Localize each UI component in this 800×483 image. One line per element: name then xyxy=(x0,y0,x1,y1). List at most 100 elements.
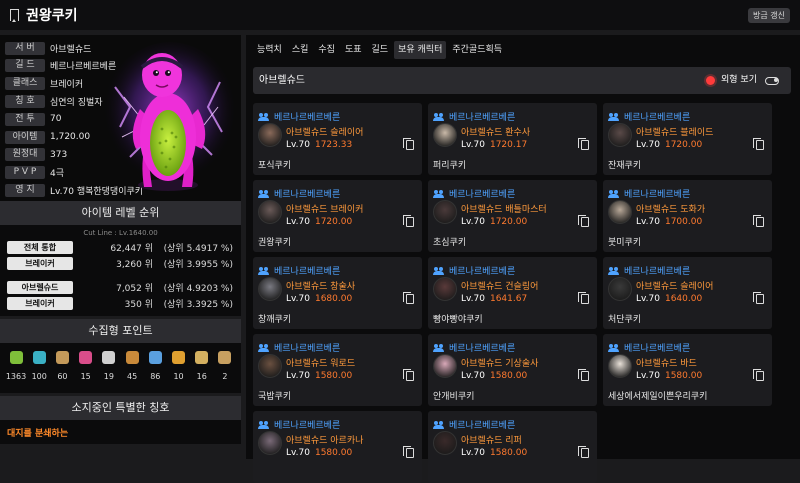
guild-members-icon xyxy=(608,112,619,121)
character-card[interactable]: 베르나르베르베른 아브렐슈드 바드 Lv.70 1580.00 세상에서제일이쁜우리쿠키 xyxy=(603,334,772,406)
character-portrait xyxy=(608,200,632,224)
collection-count: 19 xyxy=(103,372,114,381)
collection-item[interactable]: 100 xyxy=(29,347,49,393)
copy-icon[interactable] xyxy=(403,292,414,304)
tab-6[interactable]: 주간골드획득 xyxy=(448,41,506,59)
character-name[interactable]: 안개비쿠키 xyxy=(433,389,474,402)
character-card[interactable]: 베르나르베르베른 아브렐슈드 블레이드 Lv.70 1720.00 잔재쿠키 xyxy=(603,103,772,175)
tab-0[interactable]: 능력치 xyxy=(253,41,286,59)
card-guild: 베르나르베르베른 xyxy=(433,341,515,354)
toggle-icon[interactable] xyxy=(765,76,779,85)
copy-icon[interactable] xyxy=(578,215,589,227)
item-level: 1640.00 xyxy=(664,294,703,304)
character-portrait xyxy=(258,431,282,455)
profile-value: 1,720.00 xyxy=(50,132,91,142)
character-card[interactable]: 베르나르베르베른 아브렐슈드 도화가 Lv.70 1700.00 붓미쿠키 xyxy=(603,180,772,252)
character-card[interactable]: 베르나르베르베른 아브렐슈드 슬레이어 Lv.70 1640.00 처단쿠키 xyxy=(603,257,772,329)
item-level: 1580.00 xyxy=(314,371,353,381)
copy-icon[interactable] xyxy=(578,138,589,150)
profile-row: 원정대 373 xyxy=(5,148,67,162)
character-name[interactable]: 잔재쿠키 xyxy=(608,158,641,171)
character-card[interactable]: 베르나르베르베른 아브렐슈드 건슬링어 Lv.70 1641.67 빵야빵야쿠키 xyxy=(428,257,597,329)
character-level: Lv.70 xyxy=(461,448,485,458)
character-card[interactable]: 베르나르베르베른 아브렐슈드 슬레이어 Lv.70 1723.33 포식쿠키 xyxy=(253,103,422,175)
rank-tag: 전체 통합 xyxy=(7,240,73,254)
collection-item[interactable]: 16 xyxy=(192,347,212,393)
collection-item[interactable]: 86 xyxy=(145,347,165,393)
guild-members-icon xyxy=(258,112,269,121)
collection-item[interactable]: 45 xyxy=(122,347,142,393)
copy-icon[interactable] xyxy=(753,292,764,304)
profile-label: 서 버 xyxy=(5,41,45,55)
tab-1[interactable]: 스킬 xyxy=(288,41,313,59)
character-card[interactable]: 베르나르베르베른 아브렐슈드 워로드 Lv.70 1580.00 국밥쿠키 xyxy=(253,334,422,406)
character-card[interactable]: 베르나르베르베른 아브렐슈드 창술사 Lv.70 1680.00 창깨쿠키 xyxy=(253,257,422,329)
appearance-toggle[interactable]: 외형 보기 xyxy=(706,67,779,94)
character-card[interactable]: 베르나르베르베른 아브렐슈드 환수사 Lv.70 1720.17 퍼리쿠키 xyxy=(428,103,597,175)
copy-icon[interactable] xyxy=(403,215,414,227)
server-class: 아브렐슈드 아르카나 xyxy=(286,436,364,446)
character-name[interactable]: 붓미쿠키 xyxy=(608,235,641,248)
item-level: 1700.00 xyxy=(664,217,703,227)
tab-4[interactable]: 길드 xyxy=(368,41,393,59)
character-name[interactable]: 처단쿠키 xyxy=(608,312,641,325)
copy-icon[interactable] xyxy=(403,446,414,458)
character-card[interactable]: 베르나르베르베른 아브렐슈드 기상술사 Lv.70 1580.00 안개비쿠키 xyxy=(428,334,597,406)
collection-item[interactable]: 15 xyxy=(76,347,96,393)
character-name[interactable]: 포식쿠키 xyxy=(258,158,291,171)
profile-label: 원정대 xyxy=(5,148,45,162)
card-guild: 베르나르베르베른 xyxy=(258,264,340,277)
character-name[interactable]: 국밥쿠키 xyxy=(258,389,291,402)
copy-icon[interactable] xyxy=(753,369,764,381)
item-level: 1580.00 xyxy=(314,448,353,458)
guild-name: 베르나르베르베른 xyxy=(624,113,691,123)
medal-icon xyxy=(195,351,209,364)
cutline-text: Cut Line : Lv.1640.00 xyxy=(83,229,158,237)
copy-icon[interactable] xyxy=(403,369,414,381)
copy-icon[interactable] xyxy=(578,446,589,458)
copy-icon[interactable] xyxy=(753,138,764,150)
character-card[interactable]: 베르나르베르베른 아브렐슈드 브레이커 Lv.70 1720.00 권왕쿠키 xyxy=(253,180,422,252)
collection-item[interactable]: 10 xyxy=(169,347,189,393)
character-card[interactable]: 베르나르베르베른 아브렐슈드 배틀마스터 Lv.70 1720.00 초심쿠키 xyxy=(428,180,597,252)
character-name[interactable]: 퍼리쿠키 xyxy=(433,158,466,171)
guild-name: 베르나르베르베른 xyxy=(449,421,516,431)
rank-position: 62,447 위 xyxy=(110,243,153,254)
server-class: 아브렐슈드 배틀마스터 xyxy=(461,205,547,215)
tab-5[interactable]: 보유 캐릭터 xyxy=(394,41,447,59)
collection-item[interactable]: 2 xyxy=(215,347,235,393)
character-name[interactable]: 창깨쿠키 xyxy=(258,312,291,325)
right-panel: 능력치 스킬 수집 도표 길드 보유 캐릭터 주간골드획득 아브렐슈드 외형 보기 베르나르… xyxy=(246,35,800,483)
refresh-button[interactable]: 방금 갱신 xyxy=(748,8,790,23)
level-line: Lv.70 1580.00 xyxy=(286,371,352,381)
copy-icon[interactable] xyxy=(753,215,764,227)
appearance-label: 외형 보기 xyxy=(721,75,757,85)
tab-bar: 능력치 스킬 수집 도표 길드 보유 캐릭터 주간골드획득 xyxy=(253,41,508,59)
copy-icon[interactable] xyxy=(403,138,414,150)
character-name[interactable]: 빵야빵야쿠키 xyxy=(433,312,483,325)
copy-icon[interactable] xyxy=(578,292,589,304)
guild-name: 베르나르베르베른 xyxy=(449,344,516,354)
bookmark-icon[interactable] xyxy=(10,9,19,22)
character-portrait xyxy=(258,354,282,378)
guild-name: 베르나르베르베른 xyxy=(274,267,341,277)
character-name[interactable]: 초심쿠키 xyxy=(433,235,466,248)
tab-2[interactable]: 수집 xyxy=(314,41,339,59)
character-card[interactable]: 베르나르베르베른 아브렐슈드 아르카나 Lv.70 1580.00 xyxy=(253,411,422,483)
copy-icon[interactable] xyxy=(578,369,589,381)
character-name[interactable]: 권왕쿠키 xyxy=(258,235,291,248)
collection-item[interactable]: 60 xyxy=(52,347,72,393)
profile-value: 브레이커 xyxy=(50,80,84,91)
rank-tag: 아브렐슈드 xyxy=(7,280,73,294)
level-line: Lv.70 1580.00 xyxy=(461,371,527,381)
card-guild: 베르나르베르베른 xyxy=(258,187,340,200)
collection-item[interactable]: 1363 xyxy=(6,347,26,393)
collection-item[interactable]: 19 xyxy=(99,347,119,393)
character-name[interactable]: 세상에서제일이쁜우리쿠키 xyxy=(608,389,707,402)
character-card[interactable]: 베르나르베르베른 아브렐슈드 리퍼 Lv.70 1580.00 xyxy=(428,411,597,483)
item-level: 1723.33 xyxy=(314,140,353,150)
collection-count: 86 xyxy=(150,372,161,381)
tab-3[interactable]: 도표 xyxy=(341,41,366,59)
character-portrait xyxy=(608,277,632,301)
collection-count: 15 xyxy=(80,372,91,381)
